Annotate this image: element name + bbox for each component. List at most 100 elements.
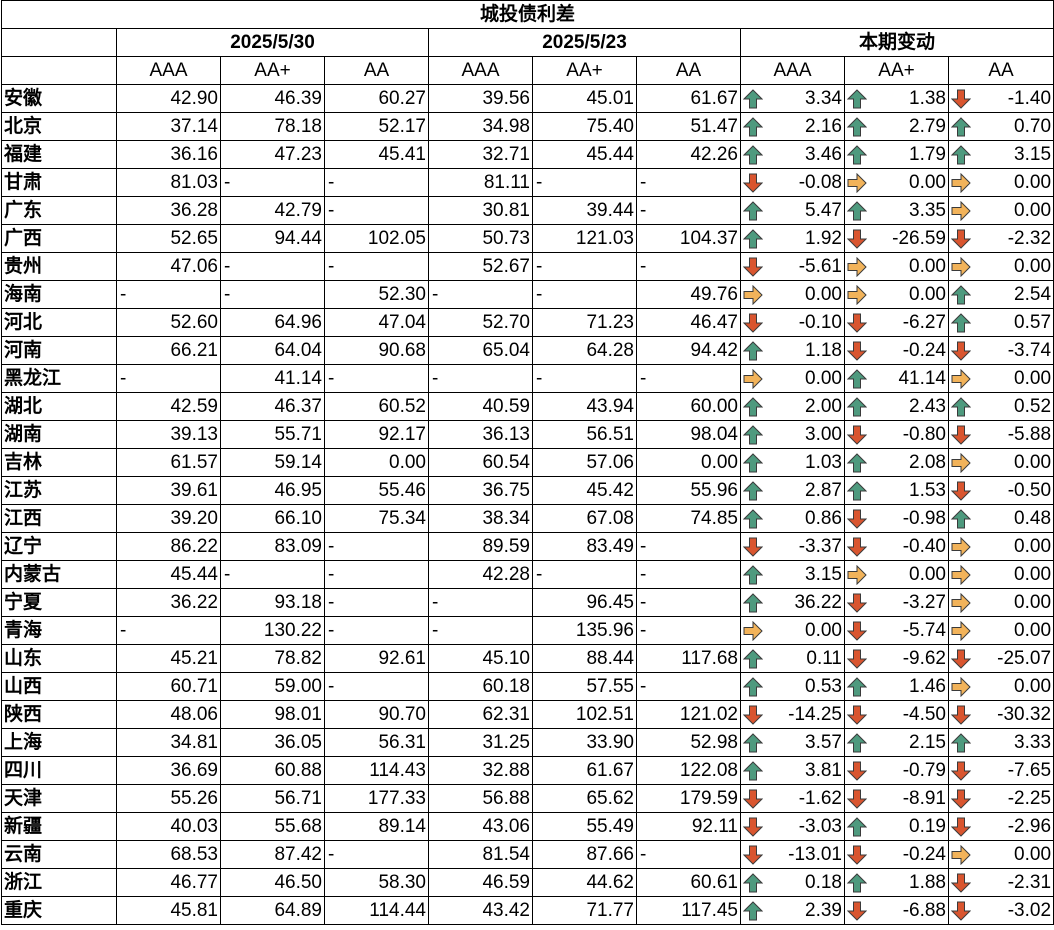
change-aaplus-cell: 1.53 bbox=[844, 476, 949, 505]
previous-aaa-cell: 30.81 bbox=[428, 196, 533, 225]
change-aa-cell: -30.32 bbox=[947, 700, 1054, 729]
arrow-up-icon bbox=[847, 88, 867, 109]
change-value: -14.25 bbox=[788, 704, 842, 725]
previous-aa-cell: 121.02 bbox=[636, 700, 741, 729]
table-row: 河北 52.60 64.96 47.04 52.70 71.23 46.47 -0.10 -6.… bbox=[1, 308, 1054, 337]
change-aaplus-cell: 41.14 bbox=[844, 364, 949, 393]
current-aaplus-cell: 46.95 bbox=[220, 476, 325, 505]
table-row: 宁夏 36.22 93.18- -96.45-36.22 -3.27 0.00 bbox=[1, 588, 1054, 617]
current-aaa-cell: 60.71 bbox=[116, 672, 221, 701]
change-aa-cell: -3.02 bbox=[947, 896, 1054, 925]
grade-aaplus-change: AA+ bbox=[844, 56, 949, 85]
arrow-up-icon bbox=[847, 116, 867, 137]
previous-aa-cell: 52.98 bbox=[636, 728, 741, 757]
arrow-down-icon bbox=[847, 649, 867, 669]
change-aaa-cell: 36.22 bbox=[740, 588, 845, 617]
table-row: 北京 37.14 78.18 52.17 34.98 75.40 51.47 2.16 2.79… bbox=[1, 112, 1054, 141]
current-aa-cell: - bbox=[324, 364, 429, 393]
change-value: 1.46 bbox=[909, 676, 946, 697]
current-aa-cell: - bbox=[324, 196, 429, 225]
previous-aa-cell: 104.37 bbox=[636, 224, 741, 253]
change-aaplus-cell: -3.27 bbox=[844, 588, 949, 617]
change-value: 2.00 bbox=[805, 396, 842, 417]
change-aaplus-cell: 2.08 bbox=[844, 448, 949, 477]
arrow-up-icon bbox=[743, 564, 763, 585]
change-value: -0.08 bbox=[798, 172, 842, 193]
table-row: 安徽 42.90 46.39 60.27 39.56 45.01 61.67 3.34 1.38… bbox=[1, 84, 1054, 113]
arrow-up-icon bbox=[743, 872, 763, 893]
table-row: 广西 52.65 94.44 102.05 50.73 121.03 104.37 1.92 -… bbox=[1, 224, 1054, 253]
current-aaa-cell: 34.81 bbox=[116, 728, 221, 757]
arrow-up-icon bbox=[743, 900, 763, 921]
previous-aaplus-cell: 39.44 bbox=[532, 196, 637, 225]
province-cell: 青海 bbox=[1, 616, 117, 645]
previous-aa-cell: 122.08 bbox=[636, 756, 741, 785]
arrow-down-icon bbox=[847, 705, 867, 725]
change-value: 0.52 bbox=[1014, 396, 1052, 417]
change-aaa-cell: -3.03 bbox=[740, 812, 845, 841]
change-aaa-cell: -14.25 bbox=[740, 700, 845, 729]
change-value: 0.19 bbox=[909, 816, 946, 837]
current-aaa-cell: 39.20 bbox=[116, 504, 221, 533]
previous-aaa-cell: - bbox=[428, 364, 533, 393]
table-body: 安徽 42.90 46.39 60.27 39.56 45.01 61.67 3.34 1.38… bbox=[1, 84, 1054, 925]
change-aaplus-cell: -8.91 bbox=[844, 784, 949, 813]
previous-aaa-cell: 32.71 bbox=[428, 140, 533, 169]
change-aaa-cell: 2.00 bbox=[740, 392, 845, 421]
arrow-down-icon bbox=[847, 789, 867, 809]
change-aaa-cell: 0.53 bbox=[740, 672, 845, 701]
arrow-right-icon bbox=[743, 368, 763, 389]
change-aa-cell: -3.74 bbox=[947, 336, 1054, 365]
previous-aaplus-cell: 65.62 bbox=[532, 784, 637, 813]
change-value: 0.00 bbox=[1014, 452, 1052, 473]
change-aa-cell: 0.70 bbox=[947, 112, 1054, 141]
change-value: 1.18 bbox=[805, 340, 842, 361]
previous-aaa-cell: 40.59 bbox=[428, 392, 533, 421]
change-value: 3.33 bbox=[1014, 732, 1052, 753]
previous-aaa-cell: 56.88 bbox=[428, 784, 533, 813]
change-value: 3.81 bbox=[805, 760, 842, 781]
current-aaa-cell: 68.53 bbox=[116, 840, 221, 869]
arrow-right-icon bbox=[951, 592, 971, 613]
arrow-down-icon bbox=[847, 341, 867, 361]
previous-aaa-cell: 65.04 bbox=[428, 336, 533, 365]
change-value: -5.88 bbox=[1007, 424, 1052, 445]
province-cell: 天津 bbox=[1, 784, 117, 813]
current-aaplus-cell: 64.04 bbox=[220, 336, 325, 365]
change-aa-cell: 0.00 bbox=[947, 840, 1054, 869]
arrow-down-icon bbox=[847, 509, 867, 529]
province-cell: 重庆 bbox=[1, 896, 117, 925]
change-aa-cell: 0.00 bbox=[947, 168, 1054, 197]
current-aaa-cell: 45.21 bbox=[116, 644, 221, 673]
arrow-up-icon bbox=[743, 452, 763, 473]
current-aaplus-cell: 64.96 bbox=[220, 308, 325, 337]
table-row: 辽宁 86.22 83.09-89.59 83.49- -3.37 -0.40 0.00 bbox=[1, 532, 1054, 561]
change-value: 1.38 bbox=[909, 88, 946, 109]
change-value: -2.25 bbox=[1007, 788, 1052, 809]
arrow-right-icon bbox=[951, 368, 971, 389]
change-value: 0.18 bbox=[805, 872, 842, 893]
arrow-up-icon bbox=[847, 144, 867, 165]
change-aa-cell: 0.00 bbox=[947, 616, 1054, 645]
change-value: 0.00 bbox=[1014, 844, 1052, 865]
previous-aaa-cell: 34.98 bbox=[428, 112, 533, 141]
previous-aaa-cell: 62.31 bbox=[428, 700, 533, 729]
change-aaplus-cell: 0.00 bbox=[844, 560, 949, 589]
current-aa-cell: - bbox=[324, 588, 429, 617]
previous-aa-cell: 179.59 bbox=[636, 784, 741, 813]
previous-aaa-cell: 43.06 bbox=[428, 812, 533, 841]
current-aa-cell: - bbox=[324, 840, 429, 869]
current-aaplus-cell: 87.42 bbox=[220, 840, 325, 869]
previous-aaa-cell: 45.10 bbox=[428, 644, 533, 673]
arrow-right-icon bbox=[743, 620, 763, 641]
arrow-down-icon bbox=[847, 761, 867, 781]
current-aaa-cell: 45.81 bbox=[116, 896, 221, 925]
table-title: 城投债利差 bbox=[0, 0, 1054, 29]
arrow-up-icon bbox=[847, 676, 867, 697]
change-value: -25.07 bbox=[997, 648, 1052, 669]
change-aaplus-cell: -0.80 bbox=[844, 420, 949, 449]
change-aaa-cell: 2.87 bbox=[740, 476, 845, 505]
change-aa-cell: 3.15 bbox=[947, 140, 1054, 169]
previous-aa-cell: - bbox=[636, 672, 741, 701]
table-row: 陕西 48.06 98.01 90.70 62.31 102.51 121.02 -14.25… bbox=[1, 700, 1054, 729]
